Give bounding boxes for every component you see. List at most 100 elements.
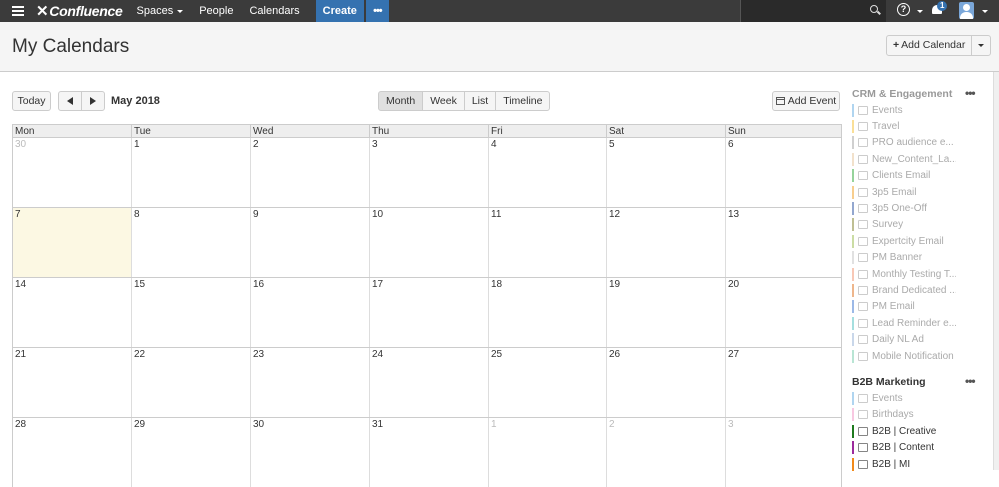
day-cell[interactable]: 12	[606, 208, 725, 277]
day-cell[interactable]: 8	[131, 208, 250, 277]
day-cell[interactable]: 5	[606, 138, 725, 207]
dow-label: Sat	[606, 125, 725, 138]
day-cell[interactable]: 13	[725, 208, 843, 277]
day-cell[interactable]: 30	[13, 138, 131, 207]
calendar-item[interactable]: Monthly Testing T...	[852, 266, 992, 282]
day-cell[interactable]: 14	[13, 278, 131, 347]
day-cell[interactable]: 4	[488, 138, 606, 207]
calendar-item[interactable]: PM Banner	[852, 250, 992, 266]
calendar-group: B2B Marketing ••• Events Birthdays B2B | Cre…	[852, 374, 992, 472]
day-cell[interactable]: 10	[369, 208, 488, 277]
calendar-item[interactable]: Travel	[852, 118, 992, 134]
day-cell[interactable]: 2	[606, 418, 725, 487]
day-cell[interactable]: 3	[725, 418, 843, 487]
scrollbar[interactable]	[993, 72, 999, 470]
view-timeline-button[interactable]: Timeline	[495, 91, 551, 111]
day-cell[interactable]: 24	[369, 348, 488, 417]
calendar-color-swatch	[852, 103, 854, 117]
day-cell[interactable]: 26	[606, 348, 725, 417]
calendar-item[interactable]: Events	[852, 390, 992, 406]
calendar-item-label: B2B | Creative	[872, 425, 937, 437]
calendar-item[interactable]: Expertcity Email	[852, 233, 992, 249]
calendar-item[interactable]: Events	[852, 102, 992, 118]
calendar-item[interactable]: B2B | Creative	[852, 423, 992, 439]
day-cell[interactable]: 7	[13, 208, 131, 277]
calendar-type-icon	[858, 236, 868, 246]
next-month-button[interactable]	[81, 91, 105, 111]
view-week-button[interactable]: Week	[422, 91, 465, 111]
calendar-icon	[775, 97, 785, 105]
calendar-item[interactable]: 3p5 Email	[852, 184, 992, 200]
calendar-item-label: PM Banner	[872, 252, 923, 264]
calendar-item[interactable]: Daily NL Ad	[852, 331, 992, 347]
today-button[interactable]: Today	[12, 91, 51, 111]
day-cell[interactable]: 19	[606, 278, 725, 347]
day-cell[interactable]: 28	[13, 418, 131, 487]
previous-month-button[interactable]	[58, 91, 82, 111]
calendar-item-label: PM Email	[872, 301, 915, 313]
calendar-item[interactable]: Brand Dedicated ...	[852, 282, 992, 298]
group-more-icon[interactable]: •••	[965, 374, 976, 388]
calendar-item-label: Daily NL Ad	[872, 334, 924, 346]
day-cell[interactable]: 21	[13, 348, 131, 417]
add-calendar-dropdown[interactable]	[972, 36, 990, 55]
day-cell[interactable]: 25	[488, 348, 606, 417]
add-event-button[interactable]: Add Event	[772, 91, 840, 111]
nav-calendars[interactable]: Calendars	[249, 5, 299, 17]
help-icon[interactable]: ?	[897, 3, 910, 16]
day-cell[interactable]: 29	[131, 418, 250, 487]
calendar-item[interactable]: PM Email	[852, 299, 992, 315]
nav-spaces[interactable]: Spaces	[137, 5, 184, 17]
calendar-item[interactable]: PRO audience e...	[852, 135, 992, 151]
day-cell[interactable]: 31	[369, 418, 488, 487]
calendar-color-swatch	[852, 316, 854, 330]
day-cell[interactable]: 18	[488, 278, 606, 347]
nav-people[interactable]: People	[199, 5, 233, 17]
day-cell[interactable]: 1	[131, 138, 250, 207]
day-cell[interactable]: 27	[725, 348, 843, 417]
group-more-icon[interactable]: •••	[965, 86, 976, 100]
day-cell[interactable]: 23	[250, 348, 369, 417]
day-cell[interactable]: 1	[488, 418, 606, 487]
calendar-type-icon	[858, 335, 868, 345]
view-month-button[interactable]: Month	[378, 91, 424, 111]
calendar-item[interactable]: B2B | Content	[852, 439, 992, 455]
search-input[interactable]	[740, 0, 886, 22]
dow-label: Wed	[250, 125, 369, 138]
confluence-logo[interactable]: ✕ Confluence	[36, 2, 123, 20]
more-create-button[interactable]: •••	[365, 0, 389, 22]
add-calendar-button[interactable]: + Add Calendar	[887, 36, 973, 55]
calendar-item-label: Travel	[872, 121, 900, 133]
day-cell[interactable]: 9	[250, 208, 369, 277]
week-row: 28 29 30 31 1 2 3	[12, 417, 842, 487]
day-cell[interactable]: 16	[250, 278, 369, 347]
calendar-item[interactable]: Survey	[852, 217, 992, 233]
calendar-type-icon	[858, 171, 868, 181]
day-cell[interactable]: 22	[131, 348, 250, 417]
calendar-item[interactable]: Clients Email	[852, 168, 992, 184]
calendar-item-label: 3p5 Email	[872, 186, 917, 198]
day-cell[interactable]: 20	[725, 278, 843, 347]
create-button[interactable]: Create	[315, 0, 364, 22]
avatar[interactable]	[959, 2, 974, 19]
view-list-button[interactable]: List	[463, 91, 497, 111]
search-icon[interactable]	[870, 5, 878, 13]
day-cell[interactable]: 17	[369, 278, 488, 347]
day-cell[interactable]: 6	[725, 138, 843, 207]
calendar-group-title[interactable]: CRM & Engagement ...	[852, 86, 954, 102]
calendar-item[interactable]: Lead Reminder e...	[852, 315, 992, 331]
calendar-item[interactable]: Mobile Notification	[852, 348, 992, 364]
calendar-item[interactable]: New_Content_La...	[852, 151, 992, 167]
day-cell[interactable]: 15	[131, 278, 250, 347]
calendar-type-icon	[858, 410, 868, 420]
day-cell[interactable]: 2	[250, 138, 369, 207]
day-cell[interactable]: 3	[369, 138, 488, 207]
calendar-type-icon	[858, 253, 868, 263]
calendar-item[interactable]: 3p5 One-Off	[852, 200, 992, 216]
calendar-type-icon	[858, 302, 868, 312]
calendar-item[interactable]: Birthdays	[852, 407, 992, 423]
menu-icon[interactable]	[0, 0, 36, 22]
day-cell[interactable]: 30	[250, 418, 369, 487]
day-cell[interactable]: 11	[488, 208, 606, 277]
calendar-group-title[interactable]: B2B Marketing	[852, 374, 954, 390]
